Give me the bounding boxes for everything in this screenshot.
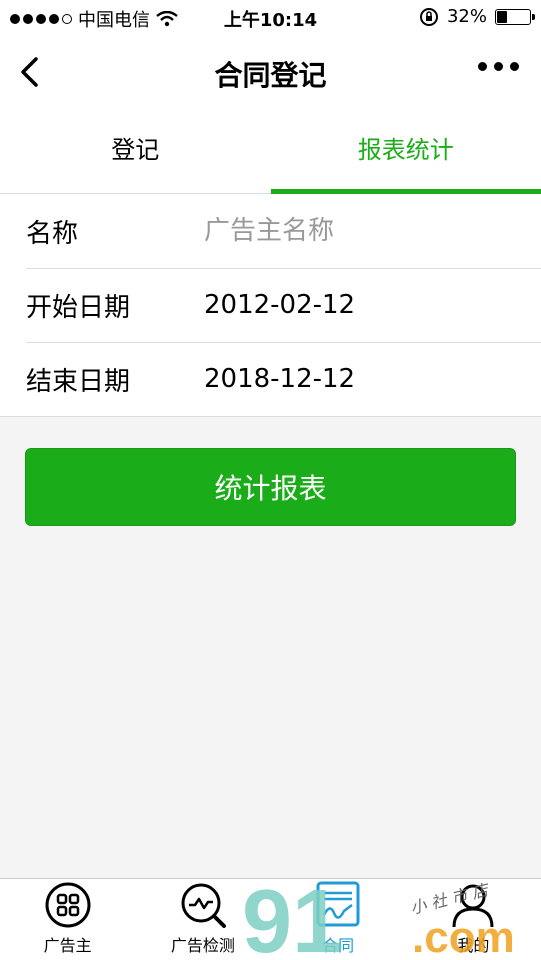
start-date-label: 开始日期 — [26, 292, 131, 323]
generate-report-button[interactable]: 统计报表 — [25, 448, 516, 526]
more-button[interactable] — [478, 62, 519, 71]
tabbar-label-advertiser: 广告主 — [43, 936, 92, 955]
filter-form: 名称 开始日期 2012-02-12 结束日期 2018-12-12 — [0, 194, 541, 417]
advertiser-name-input[interactable] — [204, 216, 504, 246]
tabbar-label-mine: 我的 — [457, 936, 490, 955]
bottom-tab-bar: 广告主 广告检测 合同 我的 — [0, 878, 541, 960]
nav-bar: 合同登记 — [0, 36, 541, 108]
name-label: 名称 — [26, 218, 79, 249]
end-date-label: 结束日期 — [26, 366, 131, 397]
contract-icon — [316, 881, 360, 927]
tabbar-item-mine[interactable]: 我的 — [406, 879, 541, 960]
tabbar-item-detection[interactable]: 广告检测 — [135, 879, 270, 960]
tab-register[interactable]: 登记 — [0, 108, 271, 193]
battery-percent: 32% — [446, 6, 487, 27]
status-bar-right: 32% — [419, 6, 535, 27]
status-bar: 中国电信 上午10:14 32% — [0, 0, 541, 36]
tab-bar-top: 登记 报表统计 — [0, 108, 541, 194]
battery-fill — [497, 10, 507, 23]
form-row-name: 名称 — [0, 194, 541, 268]
search-wave-icon — [181, 883, 226, 928]
end-date-field[interactable]: 2018-12-12 — [204, 364, 504, 394]
tabbar-label-contract: 合同 — [322, 936, 355, 955]
more-dots-icon — [478, 62, 487, 71]
tab-report[interactable]: 报表统计 — [270, 108, 541, 194]
tabbar-item-contract[interactable]: 合同 — [271, 879, 406, 960]
start-date-field[interactable]: 2012-02-12 — [204, 290, 504, 320]
rotation-lock-icon — [419, 7, 438, 26]
battery-icon — [495, 8, 535, 25]
page-title: 合同登记 — [214, 59, 327, 92]
form-row-end-date: 结束日期 2018-12-12 — [0, 342, 541, 416]
grid-circle-icon — [45, 882, 91, 928]
user-icon — [452, 884, 494, 928]
tabbar-item-advertiser[interactable]: 广告主 — [0, 879, 135, 960]
form-row-start-date: 开始日期 2012-02-12 — [0, 268, 541, 342]
tabbar-label-detection: 广告检测 — [170, 936, 235, 955]
